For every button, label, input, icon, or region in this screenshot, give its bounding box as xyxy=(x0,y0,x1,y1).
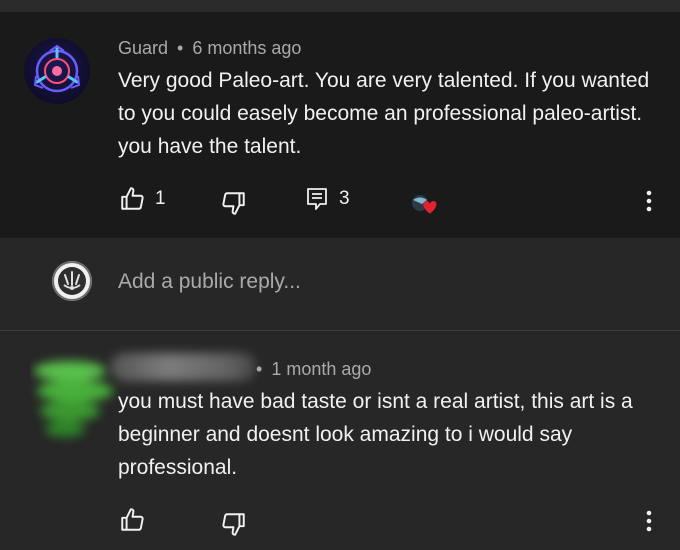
redacted-author-name xyxy=(110,353,256,381)
author-avatar[interactable] xyxy=(24,38,90,104)
reply-text: you must have bad taste or isnt a real a… xyxy=(118,390,633,479)
reply-input-row: Add a public reply... xyxy=(0,238,680,330)
timestamp[interactable]: 1 month ago xyxy=(271,359,371,379)
dislike-button[interactable] xyxy=(221,190,247,216)
comment-meta: Guard • 6 months ago xyxy=(118,38,301,59)
dislike-button[interactable] xyxy=(221,511,247,537)
comment-text: Very good Paleo-art. You are very talent… xyxy=(118,69,650,158)
reply-card: • 1 month ago you must have bad taste or… xyxy=(0,331,680,550)
user-avatar-icon xyxy=(52,261,92,301)
user-avatar xyxy=(52,261,92,301)
like-button[interactable] xyxy=(119,507,145,533)
more-vert-icon xyxy=(646,510,652,532)
scp-logo-icon xyxy=(33,44,81,93)
top-divider-bar xyxy=(0,0,680,12)
more-options-button[interactable] xyxy=(643,188,655,219)
like-button[interactable]: 1 xyxy=(119,186,166,212)
reply-comment-icon xyxy=(307,188,327,210)
thumbs-down-icon xyxy=(222,513,245,536)
thumbs-up-icon xyxy=(121,187,144,210)
meta-separator: • xyxy=(177,38,184,58)
reply-input[interactable]: Add a public reply... xyxy=(118,270,301,294)
author-name[interactable]: Guard xyxy=(118,38,168,58)
meta-separator: • xyxy=(256,359,263,379)
comment-card: Guard • 6 months ago Very good Paleo-art… xyxy=(0,12,680,238)
more-options-button[interactable] xyxy=(643,508,655,539)
more-vert-icon xyxy=(646,190,652,212)
reply-meta: • 1 month ago xyxy=(256,359,371,380)
creator-heart-icon xyxy=(412,195,437,214)
creator-heart xyxy=(408,192,442,220)
like-count: 1 xyxy=(155,188,166,209)
thumbs-up-icon xyxy=(121,508,144,531)
thumbs-down-icon xyxy=(222,192,245,215)
reply-count: 3 xyxy=(339,188,350,209)
reply-button[interactable]: 3 xyxy=(305,186,350,212)
timestamp[interactable]: 6 months ago xyxy=(192,38,301,58)
